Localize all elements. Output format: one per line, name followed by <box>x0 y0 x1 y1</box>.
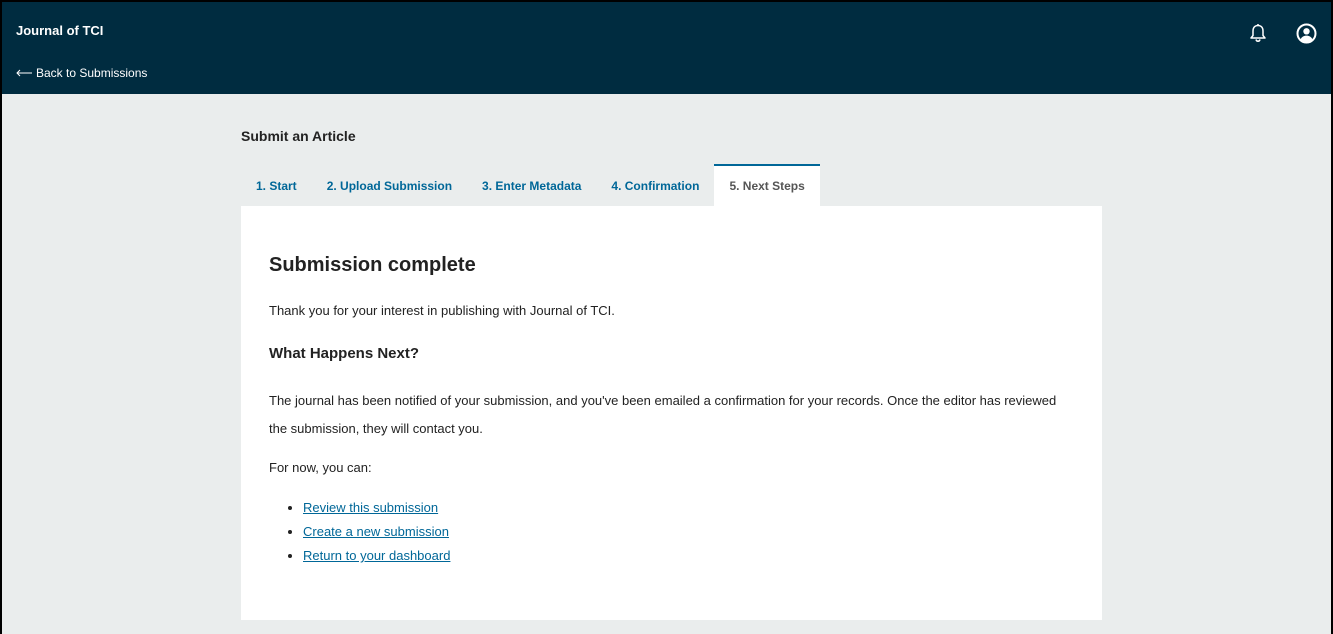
back-to-submissions-link[interactable]: Back to Submissions <box>16 66 147 80</box>
bell-icon <box>1250 24 1266 42</box>
list-item: Review this submission <box>303 496 450 520</box>
submission-steps-tabs: 1. Start 2. Upload Submission 3. Enter M… <box>241 164 820 206</box>
review-submission-link[interactable]: Review this submission <box>303 500 438 515</box>
user-circle-icon <box>1296 23 1316 43</box>
tab-enter-metadata[interactable]: 3. Enter Metadata <box>467 164 596 206</box>
tab-start[interactable]: 1. Start <box>241 164 312 206</box>
return-to-dashboard-link[interactable]: Return to your dashboard <box>303 548 450 563</box>
list-item: Return to your dashboard <box>303 544 450 568</box>
thanks-text: Thank you for your interest in publishin… <box>269 303 615 318</box>
notifications-button[interactable] <box>1247 22 1269 44</box>
next-steps-panel: Submission complete Thank you for your i… <box>241 206 1102 620</box>
back-link-label: Back to Submissions <box>36 66 148 80</box>
create-new-submission-link[interactable]: Create a new submission <box>303 524 449 539</box>
journal-title[interactable]: Journal of TCI <box>16 23 103 38</box>
tab-confirmation[interactable]: 4. Confirmation <box>596 164 714 206</box>
long-arrow-left-icon <box>16 69 32 77</box>
notified-text: The journal has been notified of your su… <box>269 393 1057 436</box>
what-happens-next-heading: What Happens Next? <box>269 345 420 362</box>
user-menu-button[interactable] <box>1295 22 1317 44</box>
submission-complete-title: Submission complete <box>269 254 476 276</box>
page-heading: Submit an Article <box>241 128 356 144</box>
tab-next-steps[interactable]: 5. Next Steps <box>714 164 820 206</box>
list-item: Create a new submission <box>303 520 450 544</box>
next-actions-list: Review this submission Create a new subm… <box>269 496 450 568</box>
top-header-bar: Journal of TCI Back to Submissions <box>2 2 1331 94</box>
for-now-text: For now, you can: <box>269 460 372 475</box>
tab-upload-submission[interactable]: 2. Upload Submission <box>312 164 467 206</box>
app-window: Journal of TCI Back to Submissions Submi… <box>0 0 1333 634</box>
